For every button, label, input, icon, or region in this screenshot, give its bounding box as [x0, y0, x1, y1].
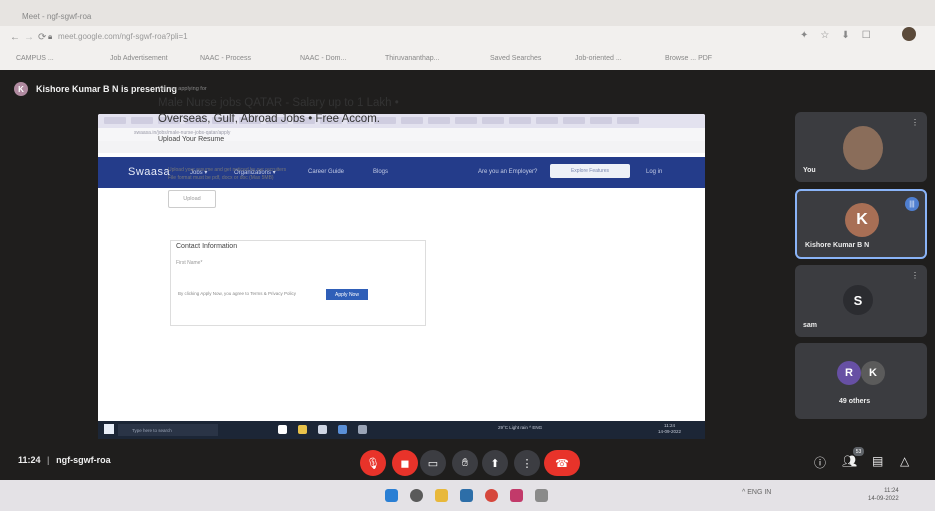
- captions-button[interactable]: ▭: [420, 450, 446, 476]
- reload-icon[interactable]: ⟳: [38, 32, 46, 43]
- activities-icon[interactable]: △: [900, 454, 909, 468]
- app-icon[interactable]: [510, 489, 523, 502]
- meeting-details-icon[interactable]: ⓘ: [814, 454, 826, 471]
- bookmark-item[interactable]: Thiruvananthap...: [385, 55, 439, 62]
- contact-info-box: [170, 240, 426, 326]
- system-clock-date: 14-09-2022: [868, 496, 899, 502]
- browser-chrome: Meet - ngf-sgwf-roa ← → ⟳ 🔒︎ meet.google…: [0, 0, 935, 70]
- system-clock-time: 11:24: [884, 488, 899, 494]
- applying-label: You are applying for: [158, 86, 207, 92]
- meeting-code: ngf-sgwf-roa: [56, 455, 111, 465]
- meeting-time: 11:24: [18, 455, 41, 465]
- participant-tile-others[interactable]: R K 49 others: [795, 343, 927, 419]
- participant-avatar: R: [837, 361, 861, 385]
- participant-avatar: K: [845, 203, 879, 237]
- profile-avatar[interactable]: [902, 27, 916, 41]
- system-tray[interactable]: ^ ENG IN: [742, 489, 771, 496]
- mic-off-button[interactable]: 🎙︎: [360, 450, 386, 476]
- raise-hand-button[interactable]: ✋︎: [452, 450, 478, 476]
- camera-off-button[interactable]: ◼︎: [392, 450, 418, 476]
- presenting-banner: K Kishore Kumar B N is presenting: [14, 80, 177, 98]
- chat-icon[interactable]: ▤: [872, 454, 883, 468]
- browser-tab-strip: Meet - ngf-sgwf-roa: [0, 0, 935, 26]
- browser-tab-meet[interactable]: Meet - ngf-sgwf-roa: [14, 6, 154, 26]
- edge-icon[interactable]: [460, 489, 473, 502]
- tab-label: Meet - ngf-sgwf-roa: [22, 11, 92, 21]
- system-clock[interactable]: 11:24 14-09-2022: [868, 487, 899, 503]
- meeting-info: 11:24 | ngf-sgwf-roa: [18, 455, 111, 465]
- bookmark-item[interactable]: NAAC - Dom...: [300, 55, 346, 62]
- nav-explore-button: Explore Features: [550, 164, 630, 178]
- upload-instructions: Upload your resume and get noticed by ou…: [168, 166, 368, 182]
- forward-icon[interactable]: →: [24, 32, 34, 43]
- upload-heading: Upload Your Resume: [158, 136, 225, 143]
- more-options-icon[interactable]: ⋮: [911, 271, 919, 280]
- more-options-button[interactable]: ⋮: [514, 450, 540, 476]
- presenter-avatar: K: [14, 82, 28, 96]
- participant-name: sam: [803, 322, 818, 329]
- nav-login: Log in: [646, 169, 663, 175]
- separator: |: [47, 455, 50, 465]
- participant-avatar: K: [861, 361, 885, 385]
- nav-blogs: Blogs: [373, 169, 389, 175]
- back-icon[interactable]: ←: [10, 32, 20, 43]
- participant-tile-you[interactable]: ⋮ You: [795, 112, 927, 182]
- present-button[interactable]: ⬆︎: [482, 450, 508, 476]
- swaasa-logo: Swaasa: [128, 166, 171, 178]
- nav-employer-link: Are you an Employer?: [478, 169, 538, 175]
- bookmark-item[interactable]: NAAC - Process: [200, 55, 251, 62]
- participant-name: Kishore Kumar B N: [805, 242, 870, 249]
- apply-terms-text: By clicking Apply Now, you agree to Term…: [178, 291, 296, 296]
- file-explorer-icon[interactable]: [435, 489, 448, 502]
- upload-text-line: File format must be pdf, docx or doc (Ma…: [168, 175, 274, 181]
- browser-toolbar-icons[interactable]: ✦☆⬇☐: [800, 30, 883, 41]
- job-title: Male Nurse jobs QATAR - Salary up to 1 L…: [158, 97, 399, 125]
- first-name-label: First Name*: [176, 260, 203, 266]
- participant-avatar: S: [843, 285, 873, 315]
- contact-title: Contact Information: [176, 243, 238, 250]
- upload-button: Upload: [168, 190, 216, 208]
- end-call-button[interactable]: ☎︎: [544, 450, 580, 476]
- lock-icon: 🔒︎: [48, 32, 53, 41]
- chrome-icon[interactable]: [485, 489, 498, 502]
- apply-now-button: Apply Now: [326, 289, 368, 300]
- people-icon[interactable]: 👥︎: [842, 454, 857, 468]
- more-options-icon[interactable]: ⋮: [911, 118, 919, 127]
- participant-name: You: [803, 167, 816, 174]
- windows-start-icon[interactable]: [385, 489, 398, 502]
- bookmark-item[interactable]: Job-oriented ...: [575, 55, 622, 62]
- bookmark-item[interactable]: Browse ... PDF: [665, 55, 712, 62]
- others-count: 49 others: [839, 398, 871, 405]
- bookmark-item[interactable]: Job Advertisement: [110, 55, 168, 62]
- participant-tile-kishore[interactable]: K ||| Kishore Kumar B N: [795, 189, 927, 259]
- self-video: [843, 126, 883, 170]
- upload-text-line: Upload your resume and get noticed by ou…: [168, 167, 287, 173]
- participant-tile-sam[interactable]: S ⋮ sam: [795, 265, 927, 337]
- speaking-indicator-icon: |||: [905, 197, 919, 211]
- app-icon[interactable]: [535, 489, 548, 502]
- search-icon[interactable]: [410, 489, 423, 502]
- bookmark-item[interactable]: CAMPUS ...: [16, 55, 54, 62]
- bookmark-item[interactable]: Saved Searches: [490, 55, 541, 62]
- url-text[interactable]: meet.google.com/ngf-sgwf-roa?pli=1: [58, 32, 188, 41]
- presenting-label: Kishore Kumar B N is presenting: [36, 84, 178, 94]
- people-count-badge: 53: [853, 447, 864, 456]
